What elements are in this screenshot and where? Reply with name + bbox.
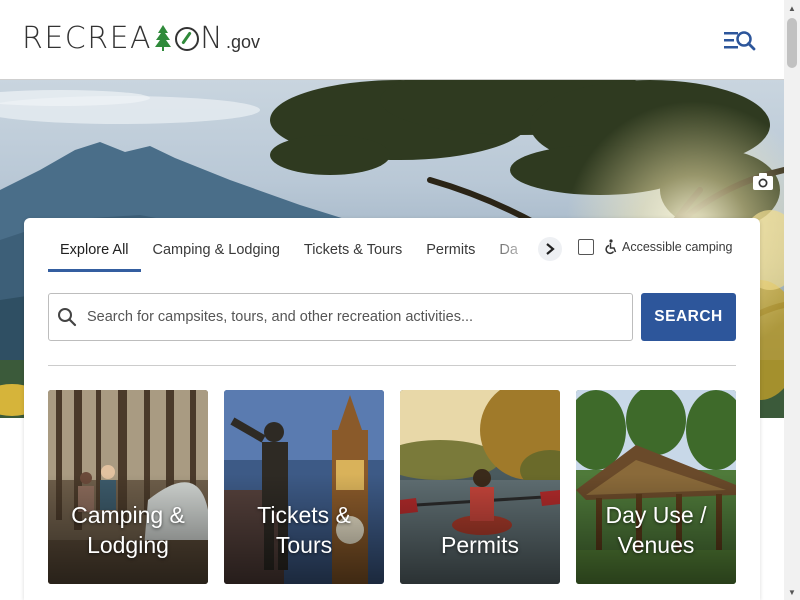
tile-tickets-tours[interactable]: Tickets & Tours: [224, 390, 384, 584]
scrollbar-thumb[interactable]: [787, 18, 797, 68]
menu-search-button[interactable]: [722, 26, 758, 54]
scroll-up-arrow-icon[interactable]: ▲: [784, 0, 800, 16]
compass-icon: [175, 27, 200, 51]
tile-label-line2: Venues: [617, 532, 695, 558]
tile-permits[interactable]: Permits: [400, 390, 560, 584]
search-icon: [58, 308, 77, 327]
tile-label-line2: Tours: [275, 532, 333, 558]
logo-gov-suffix: .gov: [226, 32, 261, 52]
tile-day-use-venues[interactable]: Day Use / Venues: [576, 390, 736, 584]
tabs-next-button[interactable]: [538, 237, 562, 261]
logo-text-a: A: [130, 21, 153, 56]
tile-label-line2: Permits: [441, 532, 519, 558]
site-header: RECRE A N .gov: [0, 0, 784, 80]
recreation-gov-logo[interactable]: RECRE A N .gov: [22, 21, 260, 56]
wheelchair-icon: [605, 239, 617, 255]
accessible-camping-checkbox[interactable]: [578, 239, 594, 255]
tile-label-line1: Day Use /: [605, 502, 707, 528]
logo-text-end: N: [200, 21, 225, 56]
logo-text-start: RECRE: [22, 21, 131, 56]
tab-camping-lodging[interactable]: Camping & Lodging: [141, 232, 292, 272]
logo-wordmark: RECRE A N: [22, 21, 224, 56]
chevron-right-icon: [546, 243, 555, 255]
accessible-camping-label: Accessible camping: [622, 240, 733, 254]
tile-label: Permits: [400, 530, 560, 560]
camera-icon: [753, 173, 773, 190]
tile-label: Tickets & Tours: [224, 500, 384, 560]
tile-label-line1: Camping &: [71, 502, 185, 528]
scroll-down-arrow-icon[interactable]: ▼: [784, 584, 800, 600]
accessible-camping-toggle: Accessible camping: [578, 239, 732, 255]
search-field[interactable]: [48, 293, 633, 341]
tile-label: Day Use / Venues: [576, 500, 736, 560]
tab-explore-all[interactable]: Explore All: [48, 232, 141, 272]
tile-label-line2: Lodging: [87, 532, 169, 558]
tile-camping-lodging[interactable]: Camping & Lodging: [48, 390, 208, 584]
tab-permits[interactable]: Permits: [414, 232, 487, 272]
page-scrollbar[interactable]: ▲ ▼: [784, 0, 800, 600]
category-tiles: Camping & Lodging Tickets & Tours Permit…: [48, 390, 736, 584]
search-panel: Explore All Camping & Lodging Tickets & …: [24, 218, 760, 600]
tab-tickets-tours[interactable]: Tickets & Tours: [292, 232, 414, 272]
tile-label-line1: Tickets &: [257, 502, 351, 528]
search-input[interactable]: [87, 309, 607, 325]
tile-label: Camping & Lodging: [48, 500, 208, 560]
search-button[interactable]: SEARCH: [641, 293, 736, 341]
divider: [48, 365, 736, 366]
pine-tree-icon: [154, 24, 172, 51]
photo-credit-button[interactable]: [752, 170, 774, 192]
menu-search-icon: [724, 31, 756, 51]
